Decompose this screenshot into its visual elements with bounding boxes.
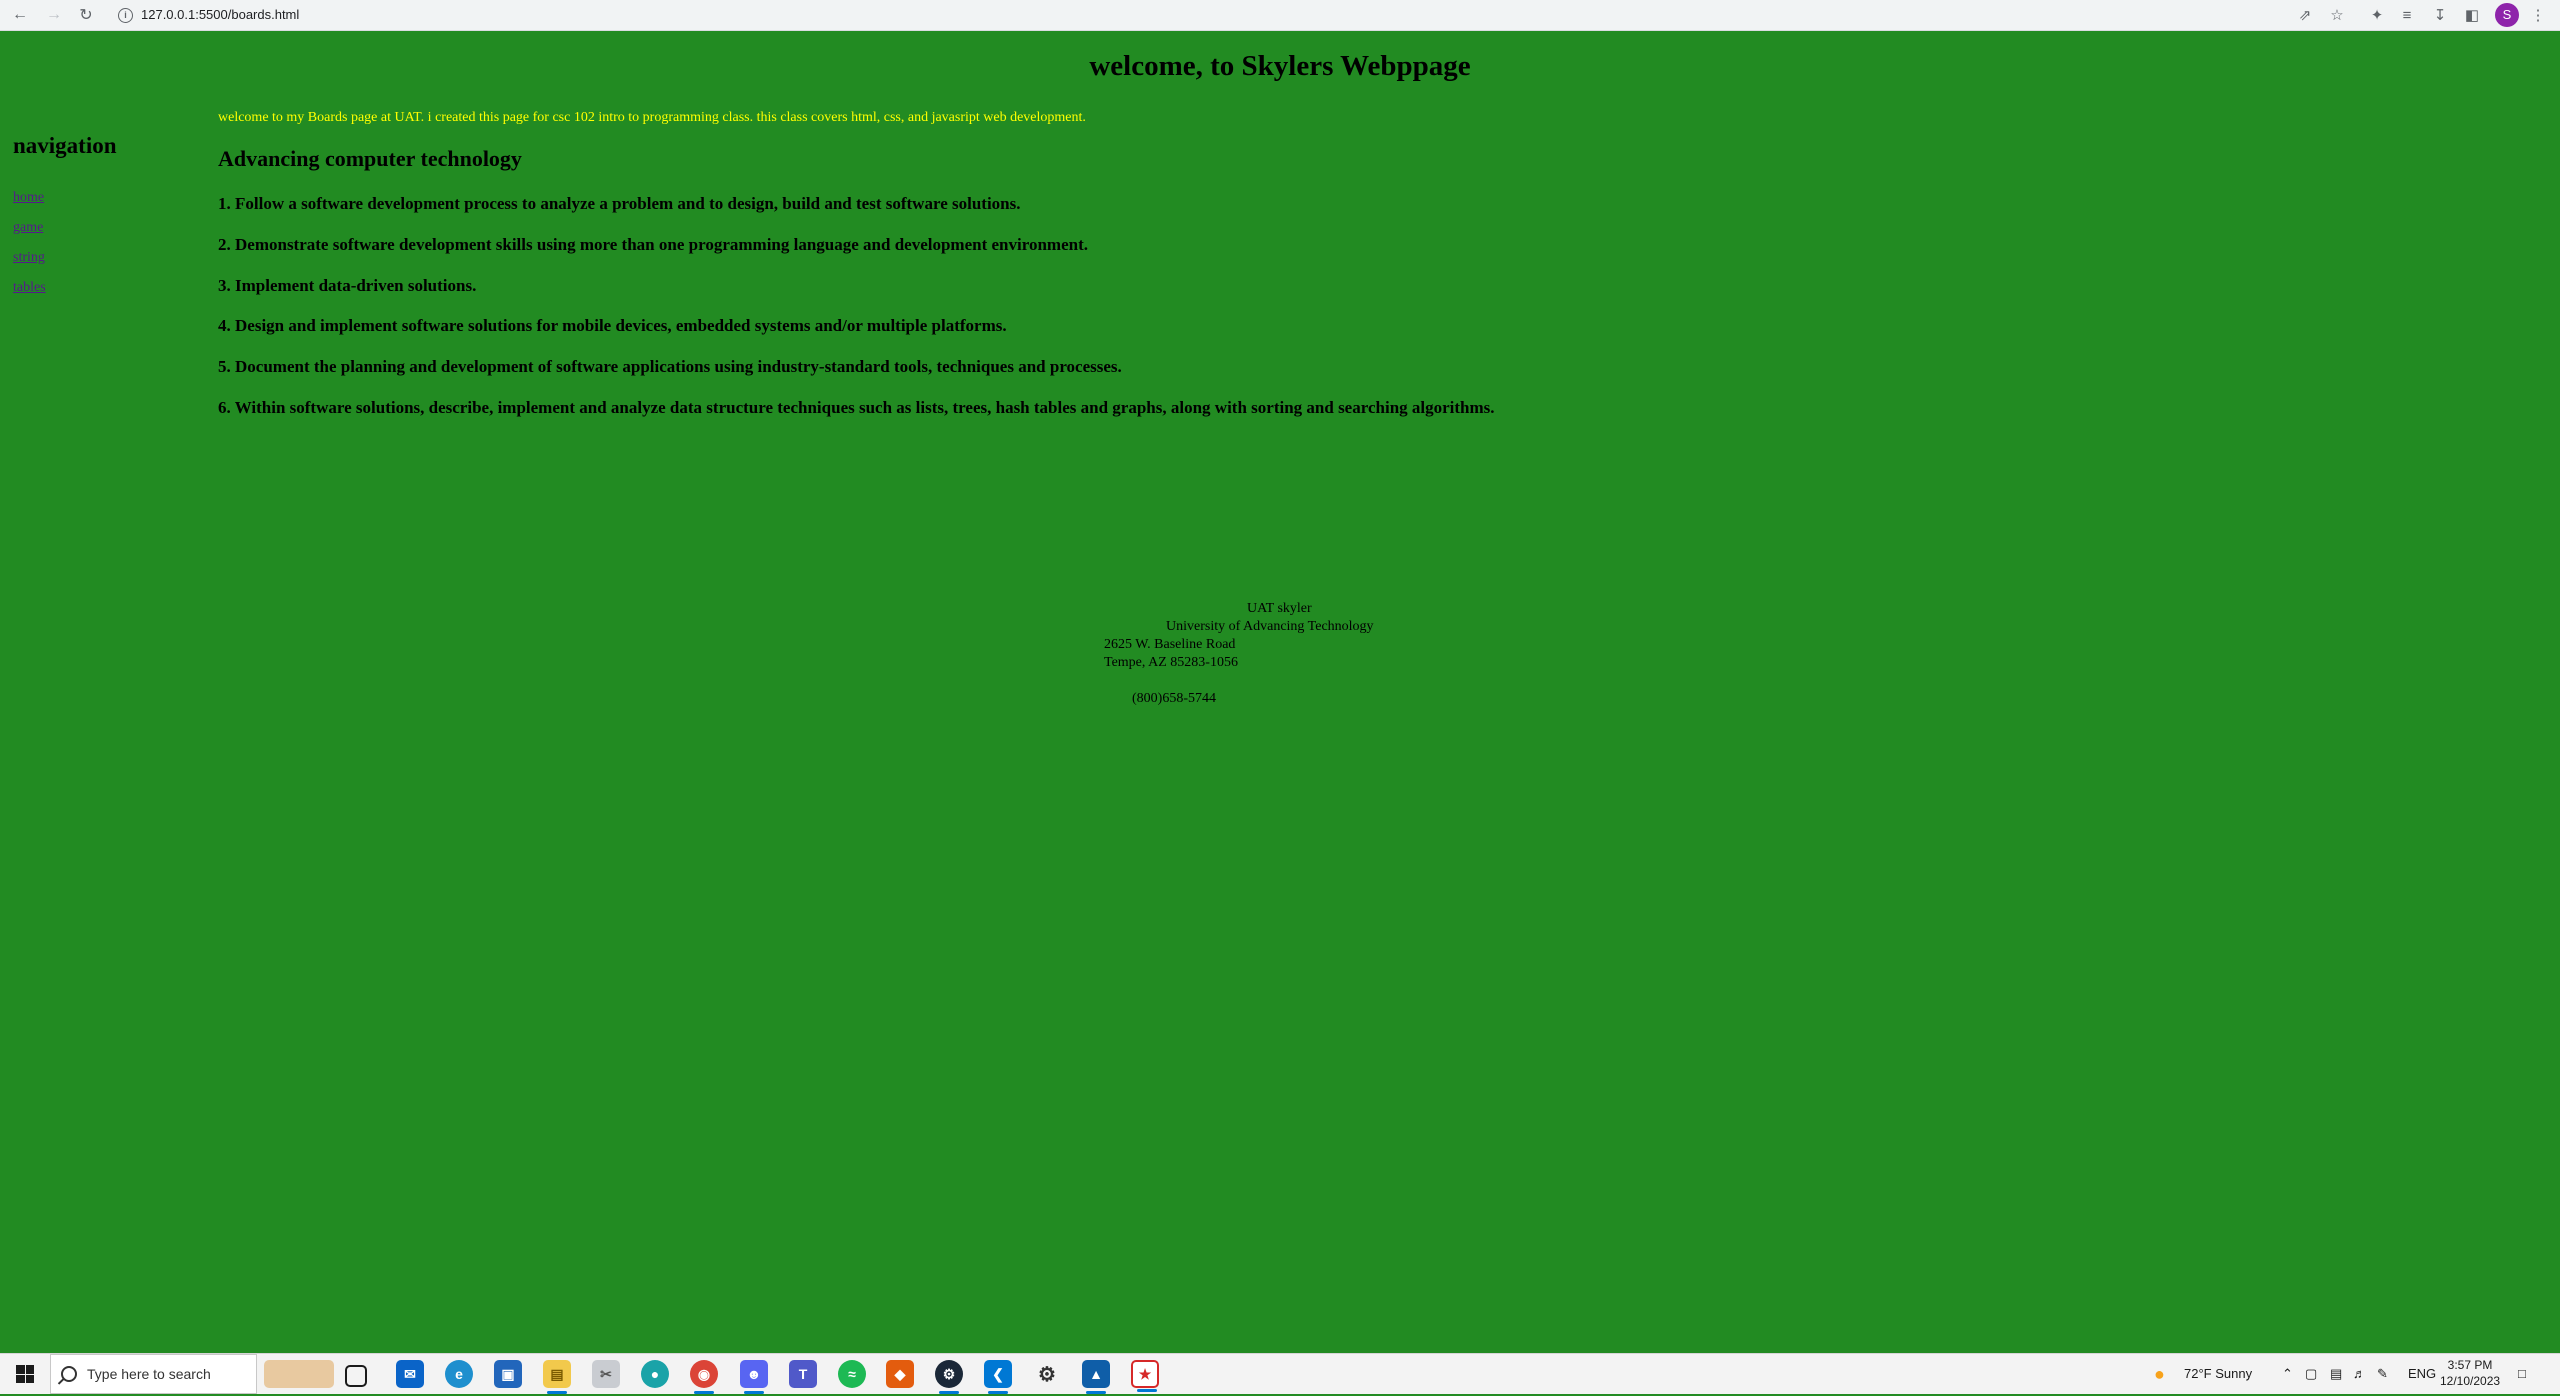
clock-time: 3:57 PM — [2447, 1358, 2493, 1372]
outcome-item: 6. Within software solutions, describe, … — [218, 397, 1495, 417]
weather-text[interactable]: 72°F Sunny — [2184, 1354, 2252, 1394]
extensions-icon[interactable]: ✦ — [2367, 5, 2387, 25]
tray-device-icon[interactable]: ▢ — [2305, 1354, 2317, 1394]
section-title: Advancing computer technology — [218, 146, 522, 171]
outcome-item: 5. Document the planning and development… — [218, 357, 1122, 377]
windows-start-icon[interactable] — [16, 1365, 34, 1383]
search-highlight-image-icon[interactable] — [264, 1360, 334, 1388]
nav-item: string — [13, 250, 46, 280]
discord-icon[interactable]: ☻ — [740, 1360, 768, 1394]
footer-org: University of Advancing Technology — [1166, 619, 1374, 634]
menu-kebab-icon[interactable]: ⋮ — [2528, 5, 2548, 25]
edge-browser-icon[interactable]: e — [445, 1360, 473, 1388]
page-title: welcome, to Skylers Webppage — [1089, 50, 1471, 82]
show-hidden-icons-chevron-icon[interactable]: ⌃ — [2282, 1354, 2293, 1394]
taskbar-search[interactable]: Type here to search — [50, 1354, 257, 1394]
notifications-icon[interactable]: □ — [2518, 1354, 2526, 1394]
nav-link-string[interactable]: string — [13, 250, 45, 265]
nav-list: home game string tables — [13, 190, 46, 310]
snipping-tool-icon[interactable]: ✂ — [592, 1360, 620, 1388]
teams-icon[interactable]: T — [789, 1360, 817, 1388]
network-icon[interactable]: ▤ — [2330, 1354, 2342, 1394]
vscode-icon[interactable]: ❮ — [984, 1360, 1012, 1394]
chrome-icon[interactable]: ◉ — [690, 1360, 718, 1394]
taskbar: Type here to search ✉ e ▣ ▤ ✂ ● ◉ ☻ T ≈ … — [0, 1353, 2560, 1394]
store-icon[interactable]: ▣ — [494, 1360, 522, 1388]
spotify-icon[interactable]: ≈ — [838, 1360, 866, 1388]
outcomes-list: 1. Follow a software development process… — [218, 194, 1495, 439]
bookmark-star-icon[interactable]: ☆ — [2327, 5, 2347, 25]
reading-list-icon[interactable]: ≡ — [2397, 5, 2417, 25]
url-text: 127.0.0.1:5500/boards.html — [141, 7, 300, 22]
mail-icon[interactable]: ✉ — [396, 1360, 424, 1388]
nav-item: game — [13, 220, 46, 250]
nav-link-tables[interactable]: tables — [13, 280, 46, 295]
nav-heading: navigation — [13, 133, 117, 158]
footer-phone: (800)658-5744 — [1132, 691, 1216, 706]
reload-icon[interactable]: ↻ — [76, 5, 96, 25]
game-launcher-icon[interactable]: ◆ — [886, 1360, 914, 1388]
outcome-item: 4. Design and implement software solutio… — [218, 316, 1007, 336]
footer-street: 2625 W. Baseline Road — [1104, 637, 1236, 652]
language-indicator[interactable]: ENG — [2408, 1354, 2436, 1394]
outcome-item: 2. Demonstrate software development skil… — [218, 234, 1088, 254]
steam-icon[interactable]: ⚙ — [935, 1360, 963, 1394]
photos-icon[interactable]: ▲ — [1082, 1360, 1110, 1394]
footer-city: Tempe, AZ 85283-1056 — [1104, 655, 1238, 670]
nav-item: home — [13, 190, 46, 220]
nav-item: tables — [13, 280, 46, 310]
back-arrow-icon[interactable]: ← — [10, 5, 30, 25]
side-panel-icon[interactable]: ◧ — [2462, 5, 2482, 25]
intro-text: welcome to my Boards page at UAT. i crea… — [218, 110, 1086, 125]
weather-icon[interactable]: ● — [2154, 1354, 2165, 1394]
search-placeholder: Type here to search — [87, 1366, 211, 1382]
search-icon — [61, 1366, 77, 1382]
share-icon[interactable]: ⇗ — [2295, 5, 2315, 25]
outcome-item: 3. Implement data-driven solutions. — [218, 275, 477, 295]
outcome-item: 1. Follow a software development process… — [218, 194, 1021, 213]
address-bar[interactable]: i 127.0.0.1:5500/boards.html — [118, 0, 299, 30]
volume-icon[interactable]: ♬ — [2353, 1354, 2366, 1394]
browser-app-icon[interactable]: ● — [641, 1360, 669, 1388]
forward-arrow-icon[interactable]: → — [44, 5, 64, 25]
pen-icon[interactable]: ✎ — [2377, 1354, 2388, 1394]
file-explorer-icon[interactable]: ▤ — [543, 1360, 571, 1394]
site-info-icon[interactable]: i — [118, 7, 133, 23]
download-icon[interactable]: ↧ — [2430, 5, 2450, 25]
clock[interactable]: 3:57 PM 12/10/2023 — [2440, 1357, 2500, 1389]
task-view-icon[interactable] — [345, 1365, 367, 1387]
profile-avatar[interactable]: S — [2495, 3, 2519, 27]
browser-toolbar: ← → ↻ i 127.0.0.1:5500/boards.html ⇗ ☆ ✦… — [0, 0, 2560, 31]
nav-link-home[interactable]: home — [13, 190, 44, 205]
nav-link-game[interactable]: game — [13, 220, 43, 235]
clock-date: 12/10/2023 — [2440, 1374, 2501, 1388]
settings-gear-icon[interactable]: ⚙ — [1033, 1360, 1061, 1388]
app-icon[interactable]: ★ — [1131, 1360, 1159, 1392]
footer-name: UAT skyler — [1247, 601, 1312, 616]
